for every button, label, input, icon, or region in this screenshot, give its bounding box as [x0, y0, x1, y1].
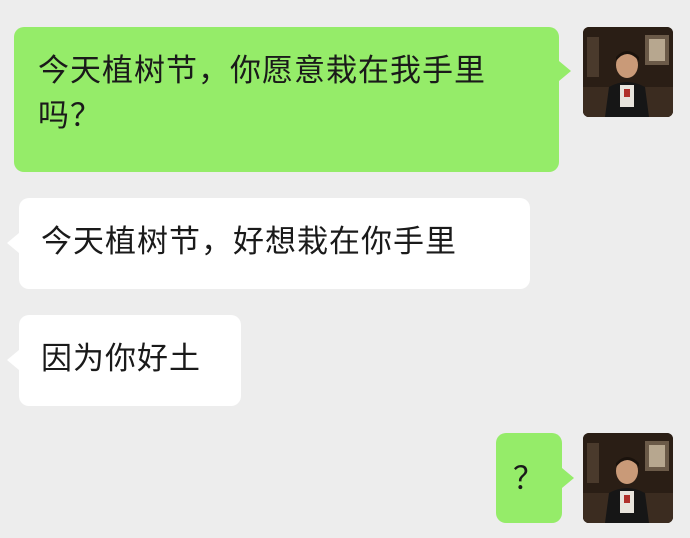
message-text: 因为你好土 [41, 341, 201, 377]
bubble-tail [7, 233, 19, 253]
incoming-message-bubble[interactable]: 今天植树节，好想栽在你手里 [19, 198, 530, 289]
bubble-tail [7, 350, 19, 370]
outgoing-message-bubble[interactable]: ？ [496, 433, 562, 523]
outgoing-message-bubble[interactable]: 今天植树节，你愿意栽在我手里吗？ [14, 27, 559, 172]
bubble-tail [559, 61, 571, 81]
message-text: ？ [513, 461, 545, 497]
bubble-tail [562, 468, 574, 488]
chat-area[interactable]: 今天植树节，你愿意栽在我手里吗？ 今天植树节，好想栽在你手里 因为你好土 ？ [0, 0, 690, 538]
avatar[interactable] [583, 27, 673, 117]
avatar-photo-icon [583, 433, 673, 523]
message-text: 今天植树节，好想栽在你手里 [41, 224, 457, 260]
avatar-photo-icon [583, 27, 673, 117]
message-text: 今天植树节，你愿意栽在我手里吗？ [38, 53, 486, 134]
incoming-message-bubble[interactable]: 因为你好土 [19, 315, 241, 406]
avatar[interactable] [583, 433, 673, 523]
